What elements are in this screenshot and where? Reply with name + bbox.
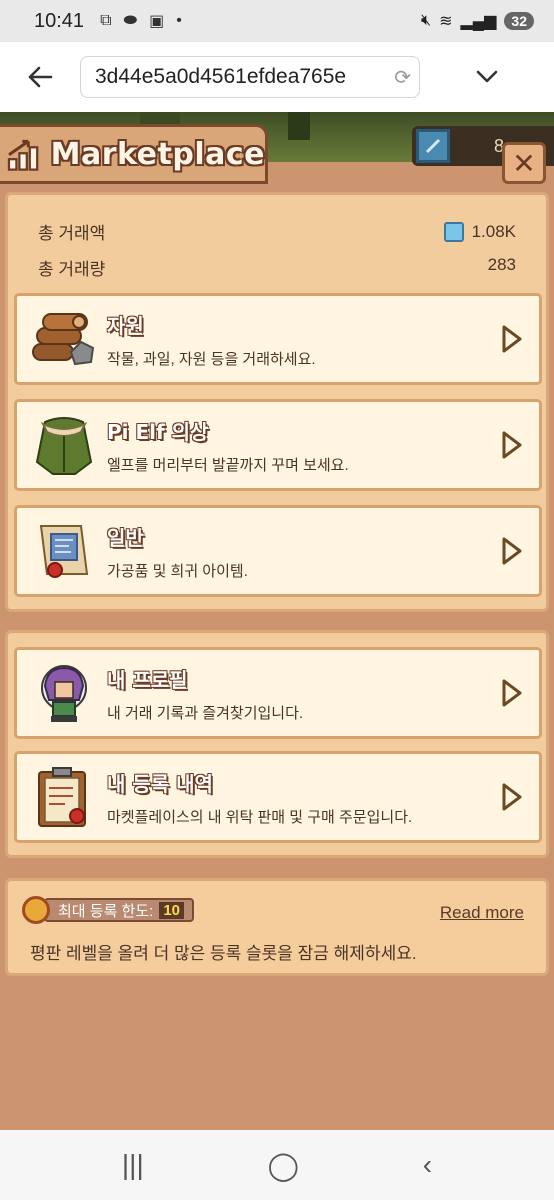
card-title: 내 등록 내역 — [107, 772, 213, 796]
my-profile-card[interactable]: 내 프로필 내 거래 기록과 즐겨찾기입니다. — [14, 647, 542, 739]
back-arrow-icon — [28, 66, 53, 88]
limit-pill: 최대 등록 한도: 10 — [44, 898, 194, 922]
chevron-right-icon — [502, 325, 522, 353]
url-text: 3d44e5a0d4561efdea765e — [95, 65, 347, 88]
limit-value: 10 — [159, 901, 184, 919]
chevron-right-icon — [502, 537, 522, 565]
back-button[interactable] — [0, 42, 80, 112]
refresh-icon[interactable]: ⟳ — [394, 65, 411, 90]
card-desc: 마켓플레이스의 내 위탁 판매 및 구매 주문입니다. — [107, 809, 413, 826]
system-back-button[interactable]: ‹ — [423, 1149, 432, 1181]
my-listings-card[interactable]: 내 등록 내역 마켓플레이스의 내 위탁 판매 및 구매 주문입니다. — [14, 751, 542, 843]
close-icon: ✕ — [512, 147, 536, 179]
limit-description: 평판 레벨을 올려 더 많은 등록 슬롯을 잠금 해제하세요. — [30, 944, 417, 963]
medal-icon — [22, 896, 50, 924]
browser-toolbar: 3d44e5a0d4561efdea765e ⟳ — [0, 42, 554, 112]
total-count-row: 총 거래량 283 — [38, 255, 516, 280]
total-volume-row: 총 거래액 1.08K — [38, 219, 516, 244]
total-volume-label: 총 거래액 — [38, 224, 106, 243]
marketplace-title-tab: Marketplace — [0, 124, 268, 184]
chevron-right-icon — [502, 431, 522, 459]
pill-icon: ⬬ — [123, 12, 138, 29]
personal-panel: 내 프로필 내 거래 기록과 즐겨찾기입니다. 내 등록 내역 마켓플레이스의 … — [5, 630, 549, 858]
chevron-down-icon — [476, 70, 498, 83]
chevron-right-icon — [502, 783, 522, 811]
total-count-label: 총 거래량 — [38, 260, 106, 279]
listing-limit-badge: 최대 등록 한도: 10 — [22, 895, 194, 925]
tree-trunk — [288, 112, 310, 140]
home-button[interactable]: ◯ — [268, 1149, 299, 1182]
listing-limit-panel: 최대 등록 한도: 10 Read more 평판 레벨을 올려 더 많은 등록… — [5, 878, 549, 976]
recent-apps-button[interactable]: ||| — [122, 1149, 144, 1181]
card-desc: 작물, 과일, 자원 등을 거래하세요. — [107, 351, 316, 368]
read-more-link[interactable]: Read more — [440, 903, 524, 923]
card-desc: 엘프를 머리부터 발끝까지 꾸며 보세요. — [107, 457, 349, 474]
page-title: Marketplace — [50, 136, 265, 172]
card-title: Pi Elf 의상 — [107, 420, 209, 444]
dot-icon: • — [176, 12, 182, 29]
status-bar: 10:41 ⧉ ⬬ ▣ • 🔇︎ ≋ ▂▄▆ 32 — [0, 0, 554, 42]
elf-avatar-icon — [41, 665, 87, 722]
card-desc: 가공품 및 희귀 아이템. — [107, 563, 248, 580]
card-desc: 내 거래 기록과 즐겨찾기입니다. — [107, 705, 304, 722]
status-time: 10:41 — [34, 9, 85, 32]
categories-panel: 총 거래액 1.08K 총 거래량 283 자원 작물, 과일, 자원 등을 거… — [5, 192, 549, 612]
close-button[interactable]: ✕ — [502, 142, 546, 184]
category-card-resources[interactable]: 자원 작물, 과일, 자원 등을 거래하세요. — [14, 293, 542, 385]
coat-icon — [35, 417, 93, 475]
signal-icon: ▂▄▆ — [460, 13, 497, 30]
card-title: 자원 — [107, 314, 144, 338]
url-bar[interactable]: 3d44e5a0d4561efdea765e ⟳ — [80, 56, 420, 98]
total-volume-value: 1.08K — [471, 221, 516, 241]
total-count-value: 283 — [487, 255, 516, 274]
limit-label: 최대 등록 한도: — [58, 902, 154, 920]
chevron-right-icon — [502, 679, 522, 707]
logs-icon — [32, 313, 95, 366]
clipboard-icon — [38, 767, 86, 827]
app-s-icon: ▣ — [149, 13, 165, 30]
category-card-general[interactable]: 일반 가공품 및 희귀 아이템. — [14, 505, 542, 597]
dropdown-button[interactable] — [420, 42, 554, 112]
system-nav-bar: ||| ◯ ‹ — [0, 1130, 554, 1200]
battery-badge: 32 — [504, 12, 534, 30]
screenshot-icon: ⧉ — [100, 12, 112, 29]
gem-icon — [443, 221, 464, 242]
chart-growth-icon — [7, 139, 39, 171]
wifi-icon: ≋ — [439, 13, 453, 30]
card-title: 내 프로필 — [107, 668, 188, 692]
mute-icon: 🔇︎ — [420, 12, 432, 29]
gem-icon — [416, 129, 450, 163]
scroll-icon — [39, 525, 89, 578]
card-title: 일반 — [107, 526, 144, 550]
game-canvas: Marketplace 8 ✕ 총 거래액 1.08K 총 거래량 283 자원… — [0, 112, 554, 1130]
category-card-elf-outfit[interactable]: Pi Elf 의상 엘프를 머리부터 발끝까지 꾸며 보세요. — [14, 399, 542, 491]
